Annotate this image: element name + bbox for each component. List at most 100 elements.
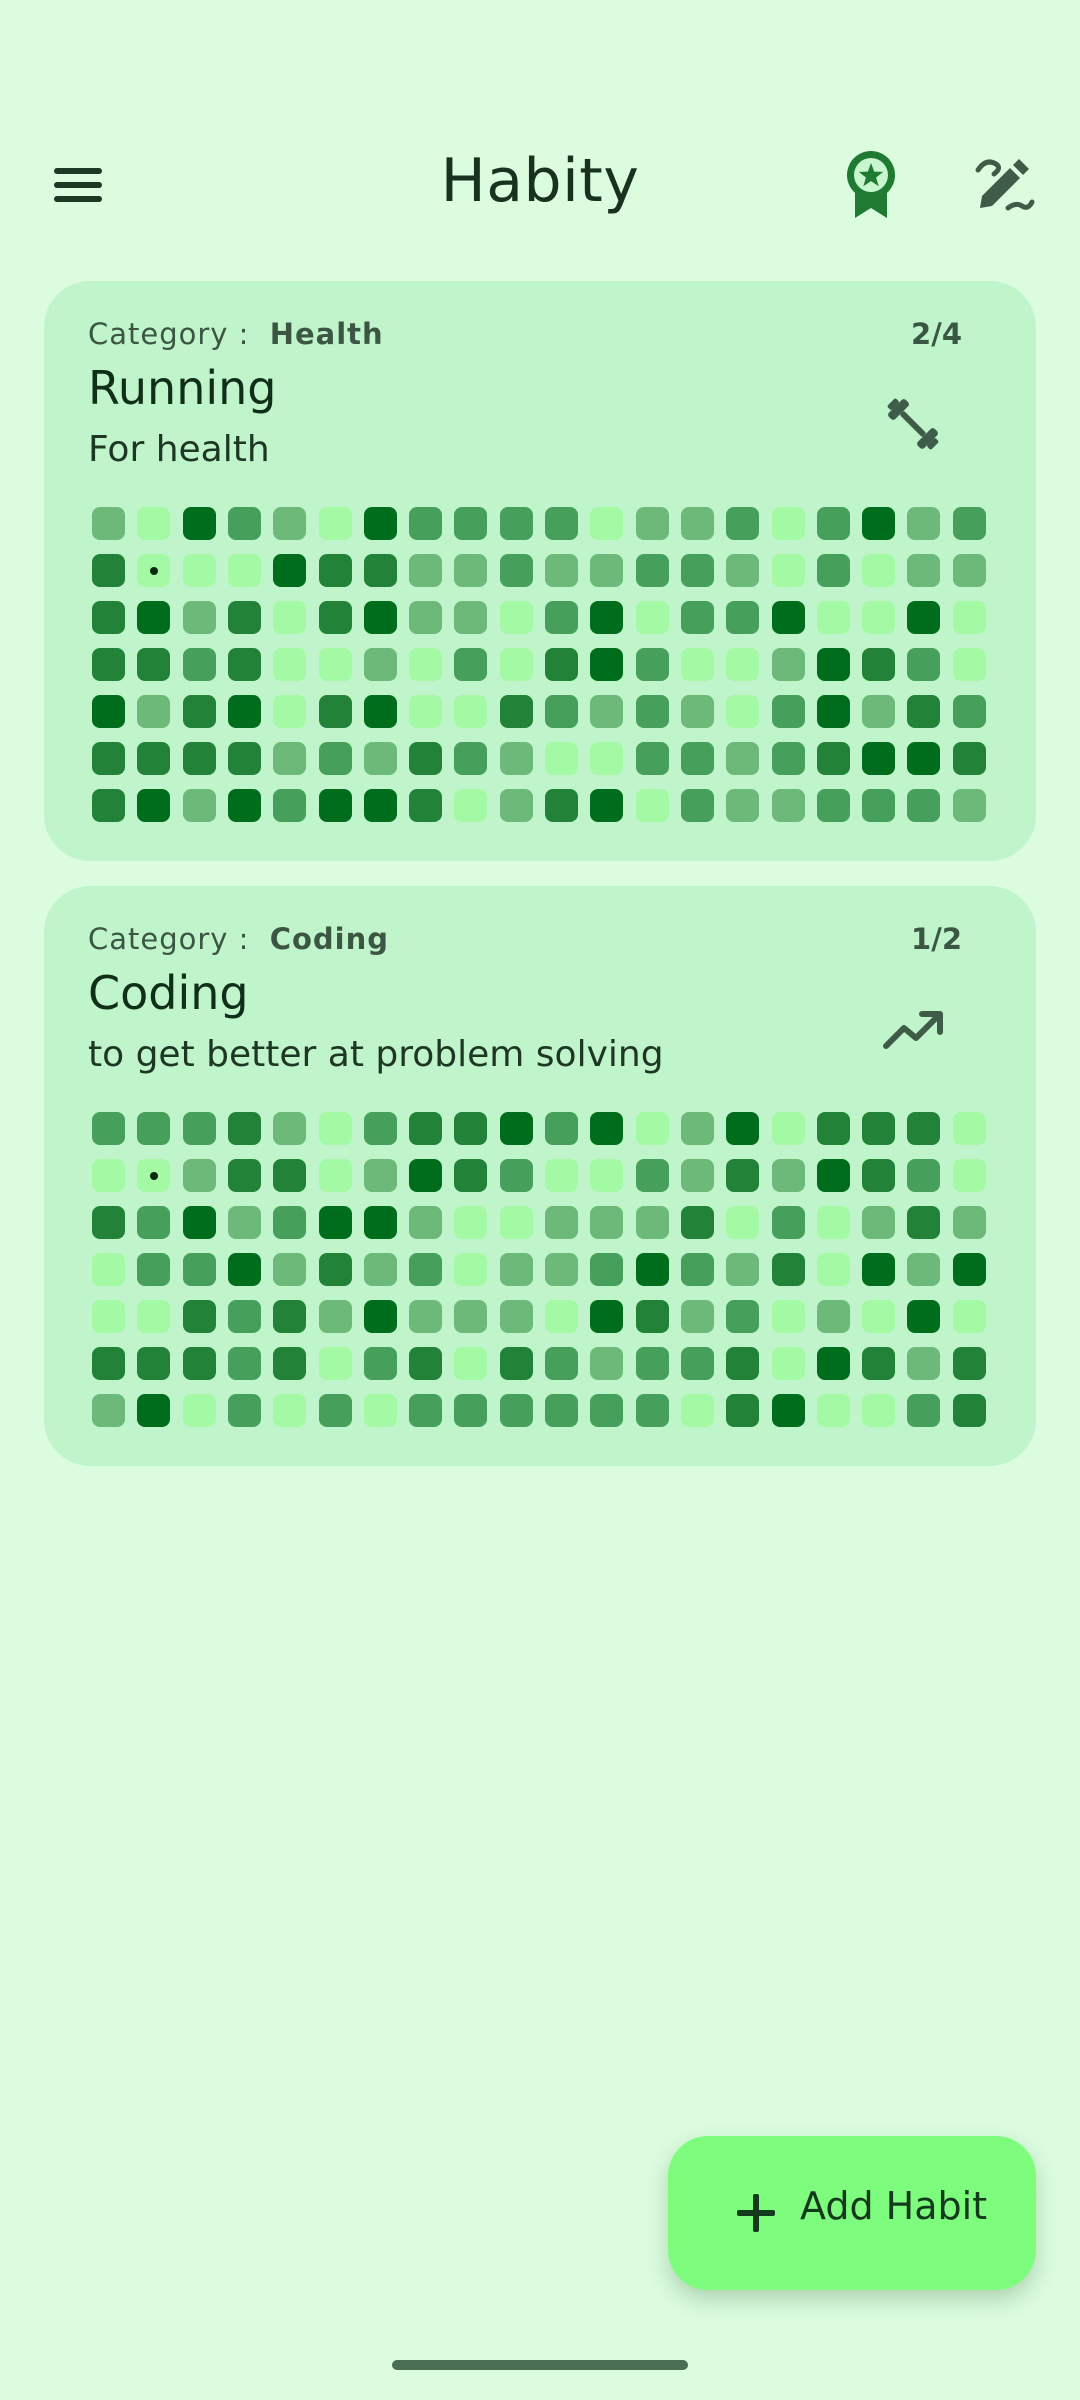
heatmap-cell[interactable] (92, 742, 125, 775)
heatmap-cell[interactable] (454, 554, 487, 587)
heatmap-cell[interactable] (183, 601, 216, 634)
heatmap-cell[interactable] (183, 1159, 216, 1192)
heatmap-cell[interactable] (545, 554, 578, 587)
heatmap-cell[interactable] (500, 1112, 533, 1145)
heatmap-cell[interactable] (273, 1347, 306, 1380)
heatmap-cell[interactable] (273, 742, 306, 775)
heatmap-cell[interactable] (590, 1347, 623, 1380)
award-icon[interactable] (842, 148, 900, 220)
heatmap-cell[interactable] (454, 1206, 487, 1239)
heatmap-cell[interactable] (590, 601, 623, 634)
heatmap-cell[interactable] (500, 742, 533, 775)
heatmap-cell[interactable] (817, 1347, 850, 1380)
heatmap-cell[interactable] (817, 789, 850, 822)
heatmap-cell[interactable] (409, 1394, 442, 1427)
heatmap-cell[interactable] (92, 1206, 125, 1239)
heatmap-cell[interactable] (364, 789, 397, 822)
heatmap-cell[interactable] (907, 742, 940, 775)
heatmap-cell[interactable] (137, 1253, 170, 1286)
heatmap-cell[interactable] (636, 1300, 669, 1333)
heatmap-cell[interactable] (907, 601, 940, 634)
heatmap-cell[interactable] (137, 1300, 170, 1333)
heatmap-cell[interactable] (92, 1347, 125, 1380)
heatmap-cell[interactable] (454, 695, 487, 728)
heatmap-cell[interactable] (907, 507, 940, 540)
heatmap-cell[interactable] (454, 601, 487, 634)
heatmap-cell[interactable] (409, 601, 442, 634)
heatmap-cell[interactable] (545, 648, 578, 681)
heatmap-cell[interactable] (907, 1347, 940, 1380)
heatmap-cell[interactable] (862, 601, 895, 634)
heatmap-cell[interactable] (862, 695, 895, 728)
heatmap-cell[interactable] (636, 1253, 669, 1286)
heatmap-cell[interactable] (907, 1253, 940, 1286)
heatmap-cell[interactable] (500, 1300, 533, 1333)
heatmap-cell[interactable] (545, 507, 578, 540)
heatmap-cell[interactable] (862, 742, 895, 775)
heatmap-cell[interactable] (183, 554, 216, 587)
heatmap-cell[interactable] (545, 1347, 578, 1380)
heatmap-cell[interactable] (681, 1347, 714, 1380)
heatmap-cell[interactable] (862, 1394, 895, 1427)
heatmap-cell[interactable] (817, 1112, 850, 1145)
heatmap-cell[interactable] (907, 648, 940, 681)
heatmap-cell[interactable] (726, 742, 759, 775)
heatmap-cell[interactable] (726, 1394, 759, 1427)
heatmap-cell[interactable] (681, 1394, 714, 1427)
heatmap-cell[interactable] (183, 1206, 216, 1239)
heatmap-cell[interactable] (726, 648, 759, 681)
heatmap-cell[interactable] (953, 1347, 986, 1380)
heatmap-cell[interactable] (772, 1253, 805, 1286)
heatmap-cell[interactable] (636, 1206, 669, 1239)
heatmap-cell[interactable] (817, 1159, 850, 1192)
heatmap-cell[interactable] (137, 601, 170, 634)
heatmap-cell[interactable] (590, 1112, 623, 1145)
heatmap-cell[interactable] (137, 1159, 170, 1192)
heatmap-cell[interactable] (273, 1253, 306, 1286)
heatmap-cell[interactable] (636, 742, 669, 775)
heatmap-cell[interactable] (726, 507, 759, 540)
heatmap-cell[interactable] (228, 1206, 261, 1239)
heatmap-cell[interactable] (636, 648, 669, 681)
heatmap-cell[interactable] (772, 648, 805, 681)
heatmap-cell[interactable] (545, 695, 578, 728)
heatmap-cell[interactable] (500, 1347, 533, 1380)
heatmap-cell[interactable] (409, 1206, 442, 1239)
heatmap-cell[interactable] (319, 789, 352, 822)
heatmap-cell[interactable] (862, 1300, 895, 1333)
heatmap-cell[interactable] (772, 1159, 805, 1192)
heatmap-cell[interactable] (92, 1112, 125, 1145)
heatmap-cell[interactable] (183, 1347, 216, 1380)
heatmap-cell[interactable] (319, 601, 352, 634)
heatmap-cell[interactable] (636, 789, 669, 822)
heatmap-cell[interactable] (726, 554, 759, 587)
heatmap-cell[interactable] (137, 742, 170, 775)
habit-card[interactable]: Category : Coding 1/2 Coding to get bett… (44, 886, 1036, 1466)
heatmap-cell[interactable] (228, 1159, 261, 1192)
heatmap-cell[interactable] (590, 1253, 623, 1286)
heatmap-cell[interactable] (953, 695, 986, 728)
heatmap-cell[interactable] (183, 1394, 216, 1427)
heatmap-cell[interactable] (726, 695, 759, 728)
heatmap-cell[interactable] (319, 507, 352, 540)
heatmap-cell[interactable] (590, 1206, 623, 1239)
heatmap-cell[interactable] (545, 1112, 578, 1145)
heatmap-cell[interactable] (409, 648, 442, 681)
heatmap-cell[interactable] (862, 648, 895, 681)
heatmap-cell[interactable] (590, 1159, 623, 1192)
heatmap-cell[interactable] (500, 695, 533, 728)
heatmap-cell[interactable] (590, 742, 623, 775)
heatmap-cell[interactable] (183, 507, 216, 540)
heatmap-cell[interactable] (636, 601, 669, 634)
heatmap-cell[interactable] (454, 789, 487, 822)
heatmap-cell[interactable] (681, 1206, 714, 1239)
heatmap-cell[interactable] (862, 1112, 895, 1145)
heatmap-cell[interactable] (409, 1253, 442, 1286)
heatmap-cell[interactable] (545, 1253, 578, 1286)
heatmap-cell[interactable] (92, 1394, 125, 1427)
habit-heatmap[interactable] (92, 507, 992, 837)
heatmap-cell[interactable] (319, 648, 352, 681)
heatmap-cell[interactable] (681, 789, 714, 822)
heatmap-cell[interactable] (590, 507, 623, 540)
heatmap-cell[interactable] (500, 648, 533, 681)
